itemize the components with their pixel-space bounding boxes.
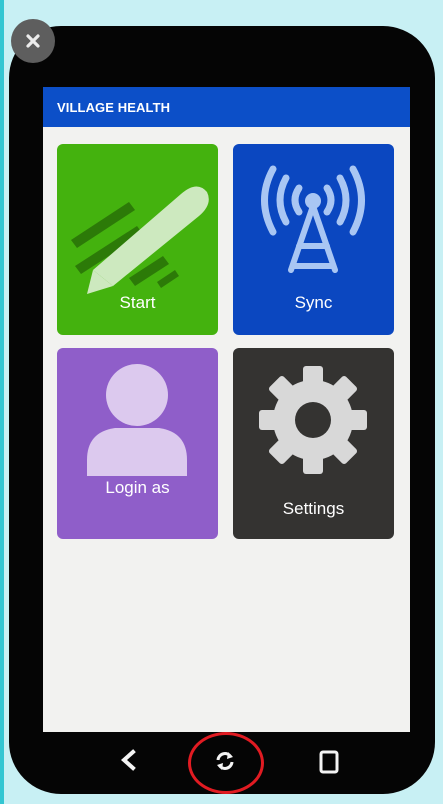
refresh-button[interactable] <box>213 749 237 778</box>
back-icon <box>120 749 136 771</box>
close-icon <box>26 34 40 48</box>
tablet-icon <box>319 750 339 774</box>
app-header: VILLAGE HEALTH <box>43 87 410 127</box>
sync-label: Sync <box>294 293 333 312</box>
tablet-button[interactable] <box>318 750 340 779</box>
settings-label: Settings <box>282 499 345 518</box>
settings-tile[interactable]: Settings <box>233 348 394 539</box>
antenna-icon <box>261 165 365 273</box>
login-as-tile[interactable]: Login as <box>57 348 218 539</box>
window-edge <box>0 0 4 804</box>
pencil-icon <box>71 186 209 294</box>
login-as-label: Login as <box>105 478 170 497</box>
close-button[interactable] <box>11 19 55 63</box>
start-label: Start <box>119 293 156 312</box>
gear-icon <box>259 366 367 474</box>
back-button[interactable] <box>117 748 141 777</box>
app-screen: VILLAGE HEALTH Start Sync Login as Setti… <box>43 87 410 732</box>
person-icon <box>87 364 187 476</box>
sync-tile[interactable]: Sync <box>233 144 394 335</box>
start-tile[interactable]: Start <box>57 144 218 335</box>
refresh-icon <box>216 752 234 770</box>
app-title: VILLAGE HEALTH <box>57 99 171 115</box>
